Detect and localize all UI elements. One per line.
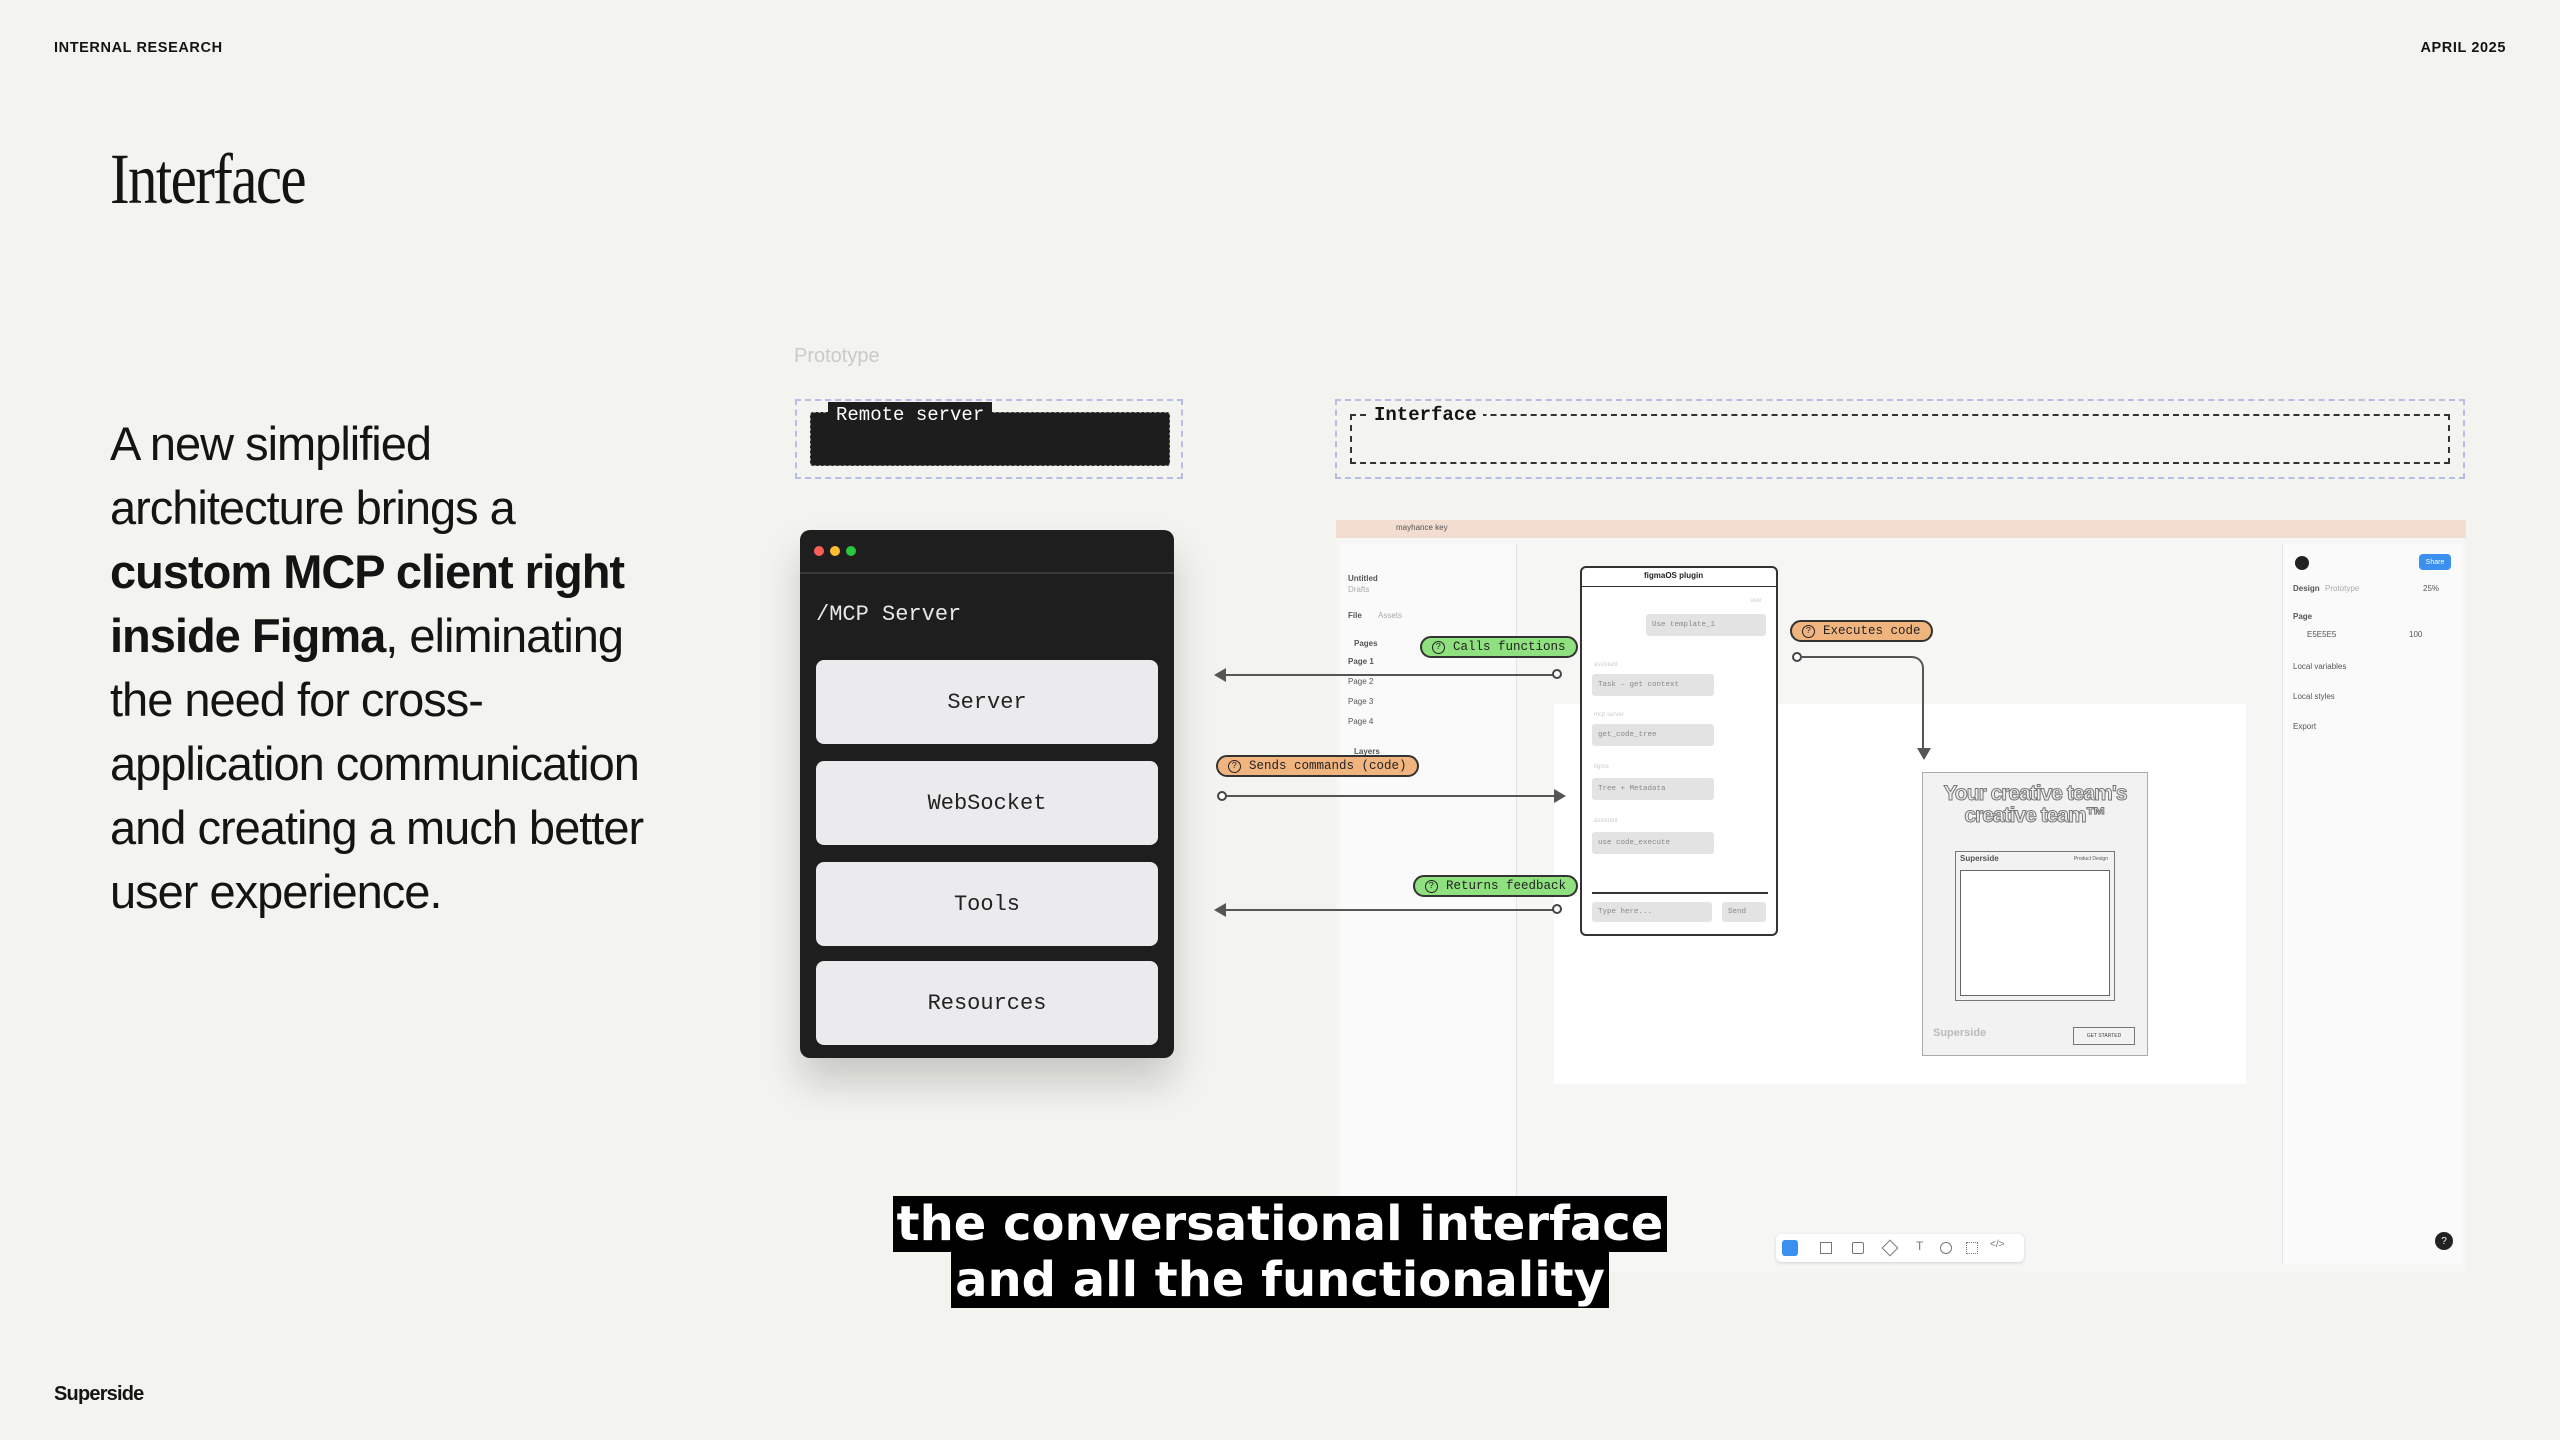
interface-bar [1350, 414, 2450, 464]
local-variables-label[interactable]: Local variables [2293, 662, 2346, 671]
page-color-value[interactable]: E5E5E5 [2307, 630, 2336, 639]
returns-feedback-pill: ? Returns feedback [1413, 875, 1579, 897]
executes-code-label: Executes code [1823, 624, 1921, 638]
page-section-label: Page [2293, 612, 2313, 621]
plugin-input[interactable]: Type here... [1592, 902, 1712, 922]
file-tab[interactable]: File [1348, 611, 1362, 620]
card-subtitle: Product Design [2073, 856, 2108, 862]
sends-commands-label: Sends commands (code) [1249, 759, 1407, 773]
plugin-divider [1592, 892, 1768, 894]
resources-button[interactable]: Resources [816, 961, 1158, 1045]
caption-line-1: the conversational interface [892, 1196, 1668, 1252]
question-icon: ? [1425, 879, 1438, 893]
question-icon: ? [1432, 640, 1445, 654]
calls-functions-arrow [1218, 674, 1556, 676]
card-headline: Your creative team's creative team™ [1943, 782, 2128, 827]
returns-feedback-label: Returns feedback [1446, 879, 1567, 893]
card-brand: Superside [1960, 854, 1999, 863]
arrow-head-right-icon [1554, 789, 1566, 803]
plugin-message-2: Task – get context [1592, 674, 1714, 696]
design-frame[interactable]: Your creative team's creative team™ Supe… [1922, 772, 2148, 1056]
design-tab[interactable]: Design [2293, 584, 2320, 593]
websocket-button[interactable]: WebSocket [816, 761, 1158, 845]
row-label-4: figma [1594, 764, 1609, 770]
plugin-send-button[interactable]: Send [1722, 902, 1766, 922]
plugin-message-4: Tree + Metadata [1592, 778, 1714, 800]
card-footer-brand: Superside [1933, 1027, 1987, 1039]
row-label-3: mcp server [1594, 712, 1624, 718]
arrow-head-left-icon [1214, 903, 1226, 917]
plugin-titlebar: figmaOS plugin [1582, 568, 1776, 587]
calls-functions-pill: ? Calls functions [1420, 636, 1578, 658]
share-button[interactable]: Share [2419, 554, 2451, 570]
plugin-title: figmaOS plugin [1644, 571, 1704, 580]
arrow-head-left-icon [1214, 668, 1226, 682]
drafts-label: Drafts [1348, 585, 1370, 594]
close-dot-icon [814, 546, 824, 556]
body-text: A new simplified architecture brings a c… [110, 412, 670, 924]
question-icon: ? [1228, 759, 1241, 773]
question-icon: ? [1802, 624, 1815, 638]
figma-tab-name[interactable]: mayhance key [1396, 523, 1448, 532]
figma-right-panel: Share Design Prototype 25% Page E5E5E5 1… [2282, 544, 2463, 1264]
returns-feedback-arrow [1218, 909, 1556, 911]
avatar[interactable] [2295, 556, 2309, 570]
card-image-placeholder [1960, 870, 2110, 996]
server-button[interactable]: Server [816, 660, 1158, 744]
section-label: Prototype [794, 345, 880, 367]
page-item-4[interactable]: Page 4 [1348, 717, 1373, 726]
tools-button[interactable]: Tools [816, 862, 1158, 946]
page-item-3[interactable]: Page 3 [1348, 697, 1373, 706]
page-item-2[interactable]: Page 2 [1348, 677, 1373, 686]
row-label-5: assistant [1594, 818, 1618, 824]
header-date: APRIL 2025 [2420, 40, 2506, 56]
video-caption: the conversational interface and all the… [0, 1196, 2560, 1308]
zoom-level[interactable]: 25% [2423, 584, 2439, 593]
page-opacity-value[interactable]: 100 [2409, 630, 2422, 639]
maximize-dot-icon [846, 546, 856, 556]
minimize-dot-icon [830, 546, 840, 556]
calls-functions-label: Calls functions [1453, 640, 1566, 654]
prototype-tab[interactable]: Prototype [2325, 584, 2359, 593]
page-item-1[interactable]: Page 1 [1348, 657, 1374, 666]
plugin-message-1: Use template_1 [1646, 614, 1766, 636]
arrow-start-circle [1552, 669, 1562, 679]
arrow-start-circle [1552, 904, 1562, 914]
file-name[interactable]: Untitled [1348, 574, 1378, 583]
mcp-server-title: /MCP Server [816, 602, 962, 627]
export-label[interactable]: Export [2293, 722, 2316, 731]
card-inner-frame: Superside Product Design [1955, 851, 2115, 1001]
pages-heading: Pages [1354, 639, 1378, 648]
assets-tab[interactable]: Assets [1378, 611, 1402, 620]
superside-logo: Superside [54, 1383, 144, 1405]
row-label-1: user [1750, 598, 1762, 604]
executes-code-connector [1800, 656, 1924, 752]
window-titlebar [800, 530, 1174, 574]
card-get-started-button[interactable]: GET STARTED [2073, 1027, 2135, 1045]
executes-code-pill: ? Executes code [1790, 620, 1933, 642]
arrow-head-down-icon [1917, 748, 1931, 760]
mcp-server-window: /MCP Server Server WebSocket Tools Resou… [800, 530, 1174, 1058]
sends-commands-arrow [1226, 795, 1560, 797]
sends-commands-pill: ? Sends commands (code) [1216, 755, 1419, 777]
figma-tab-bar: mayhance key [1336, 520, 2466, 538]
body-text-part1: A new simplified architecture brings a [110, 417, 516, 534]
header-left-label: INTERNAL RESEARCH [54, 40, 223, 56]
slide-title: Interface [110, 139, 307, 219]
row-label-2: assistant [1594, 662, 1618, 668]
figmaos-plugin-window: figmaOS plugin user Use template_1 assis… [1580, 566, 1778, 936]
plugin-message-3: get_code_tree [1592, 724, 1714, 746]
local-styles-label[interactable]: Local styles [2293, 692, 2335, 701]
interface-label: Interface [1368, 404, 1483, 426]
plugin-message-5: use code_execute [1592, 832, 1714, 854]
caption-line-2: and all the functionality [951, 1252, 1609, 1308]
remote-server-label: Remote server [828, 402, 993, 428]
